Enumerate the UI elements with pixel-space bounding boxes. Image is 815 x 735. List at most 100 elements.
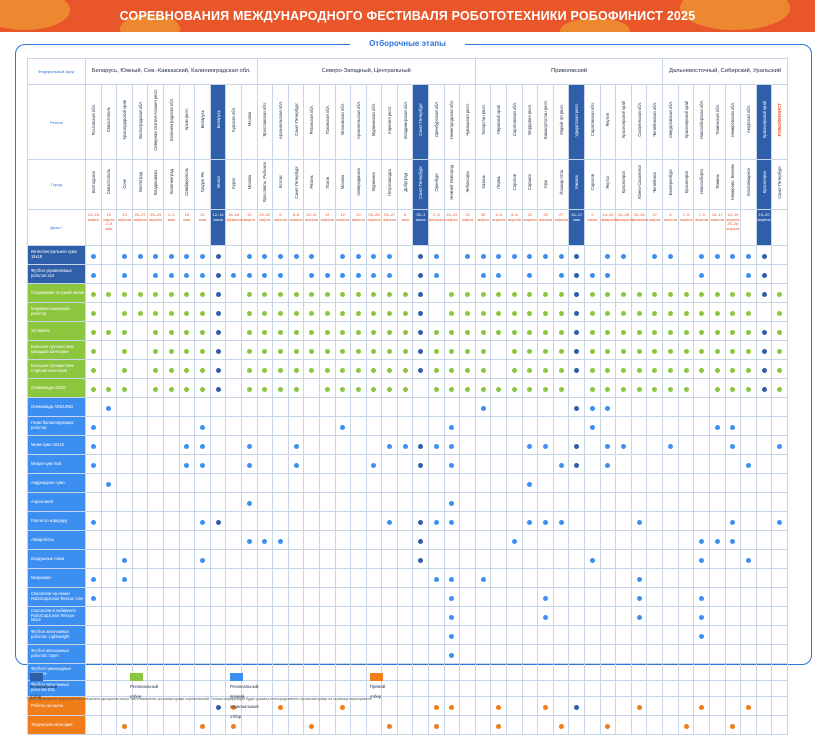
participation-dot xyxy=(106,330,112,335)
schedule-cell xyxy=(677,264,695,284)
discipline-row: Ралли по коридору xyxy=(27,511,788,531)
schedule-cell xyxy=(459,340,476,360)
schedule-cell xyxy=(116,283,133,303)
participation-dot xyxy=(309,292,315,297)
schedule-cell xyxy=(755,549,773,569)
schedule-cell xyxy=(256,679,274,698)
schedule-cell xyxy=(646,454,664,474)
schedule-cell xyxy=(318,530,336,550)
schedule-cell xyxy=(350,492,367,512)
schedule-cell xyxy=(490,264,508,284)
participation-dot xyxy=(621,368,627,373)
schedule-cell xyxy=(287,679,305,698)
schedule-cell xyxy=(771,492,788,512)
schedule-cell xyxy=(350,663,367,681)
schedule-cell xyxy=(303,302,320,322)
participation-dot xyxy=(605,349,611,354)
participation-dot xyxy=(589,558,595,563)
schedule-cell xyxy=(662,606,679,626)
schedule-cell xyxy=(708,511,726,531)
participation-dot xyxy=(106,482,112,487)
schedule-cell xyxy=(412,283,430,303)
schedule-cell xyxy=(396,511,414,531)
schedule-cell xyxy=(116,264,133,284)
participation-dot xyxy=(90,577,96,582)
schedule-cell xyxy=(131,644,149,664)
schedule-cell xyxy=(381,606,398,626)
city-label: Оренбург xyxy=(433,172,439,192)
schedule-cell xyxy=(615,549,632,569)
participation-dot xyxy=(184,292,190,297)
schedule-cell xyxy=(537,587,554,607)
schedule-cell xyxy=(521,473,539,493)
schedule-cell xyxy=(615,530,632,550)
schedule-cell xyxy=(693,264,710,284)
schedule-cell xyxy=(116,715,133,735)
participation-dot xyxy=(387,273,393,278)
participation-dot xyxy=(730,330,736,335)
discipline-label: Мини-сумо 10х10 xyxy=(27,435,86,455)
schedule-cell xyxy=(303,492,320,512)
schedule-cell xyxy=(724,696,742,717)
participation-dot xyxy=(262,368,268,373)
schedule-cell xyxy=(615,587,632,607)
schedule-cell xyxy=(365,606,383,626)
participation-dot xyxy=(511,539,517,544)
schedule-cell xyxy=(568,435,586,455)
schedule-cell xyxy=(474,644,492,664)
schedule-cell xyxy=(584,245,601,265)
schedule-cell xyxy=(584,568,601,588)
schedule-cell xyxy=(537,283,554,303)
participation-dot xyxy=(496,387,502,392)
participation-dot xyxy=(293,254,299,259)
schedule-cell xyxy=(646,606,664,626)
schedule-cell xyxy=(615,696,632,717)
schedule-cell xyxy=(334,340,352,360)
schedule-cell xyxy=(225,283,242,303)
city-label: Ижевск xyxy=(574,174,580,190)
schedule-cell xyxy=(662,321,679,341)
participation-dot xyxy=(511,254,517,259)
schedule-cell xyxy=(85,416,102,436)
schedule-cell xyxy=(630,568,648,588)
schedule-cell xyxy=(537,530,554,550)
participation-dot xyxy=(371,311,377,316)
schedule-cell xyxy=(256,644,274,664)
schedule-cell xyxy=(615,454,632,474)
schedule-cell xyxy=(396,587,414,607)
discipline-label: Интеллектуальное сумо 15х15 xyxy=(27,245,86,265)
schedule-cell xyxy=(396,416,414,436)
date-cell: 24–28 февраля xyxy=(615,209,633,246)
schedule-cell xyxy=(740,606,757,626)
schedule-cell xyxy=(521,245,539,265)
schedule-cell xyxy=(537,321,554,341)
participation-dot xyxy=(527,273,533,278)
participation-dot xyxy=(199,254,205,259)
schedule-cell xyxy=(428,696,445,717)
schedule-cell xyxy=(474,568,492,588)
schedule-cell xyxy=(116,606,133,626)
schedule-cell xyxy=(708,321,726,341)
schedule-cell xyxy=(412,321,430,341)
schedule-cell xyxy=(194,397,211,417)
schedule-cell xyxy=(256,302,274,322)
region-label: Саратовская обл. xyxy=(511,102,517,137)
schedule-cell xyxy=(584,625,601,645)
schedule-cell xyxy=(256,359,274,379)
city-cell: Чебоксары xyxy=(459,159,476,210)
schedule-cell xyxy=(662,397,679,417)
schedule-cell xyxy=(178,378,196,398)
region-cell: Санкт-Петербург xyxy=(287,84,305,160)
schedule-cell xyxy=(194,663,211,681)
schedule-cell xyxy=(521,359,539,379)
participation-dot xyxy=(745,349,751,354)
participation-dot xyxy=(387,724,393,730)
participation-dot xyxy=(355,273,361,278)
participation-dot xyxy=(621,330,627,335)
participation-dot xyxy=(761,254,767,259)
participation-dot xyxy=(761,387,767,392)
schedule-cell xyxy=(303,359,320,379)
schedule-cell xyxy=(771,663,788,681)
schedule-cell xyxy=(131,606,149,626)
schedule-cell xyxy=(568,283,586,303)
